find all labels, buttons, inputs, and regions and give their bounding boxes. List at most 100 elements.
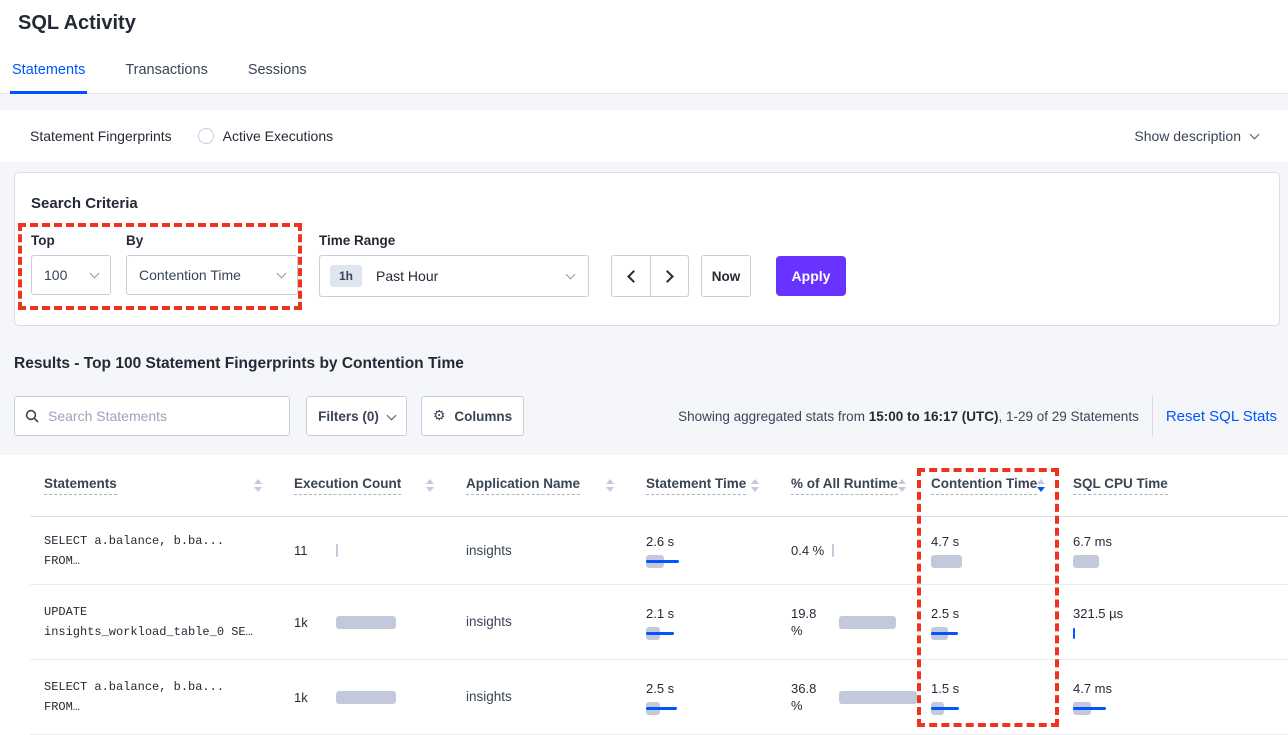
pct-runtime-cell: 19.8 % bbox=[791, 605, 903, 639]
table-row[interactable]: SELECT a.balance, b.ba...FROM… 11 insigh… bbox=[30, 517, 1288, 585]
tab-bar: Statements Transactions Sessions bbox=[10, 62, 309, 94]
columns-label: Columns bbox=[454, 409, 512, 424]
column-header-contention-time[interactable]: Contention Time bbox=[917, 476, 1059, 495]
divider bbox=[1152, 396, 1153, 436]
top-select[interactable]: 100 bbox=[31, 255, 111, 295]
statement-time-cell: 2.6 s bbox=[646, 533, 763, 568]
tab-transactions[interactable]: Transactions bbox=[123, 62, 209, 94]
by-select-value: Contention Time bbox=[139, 267, 241, 283]
chevron-left-icon bbox=[627, 270, 640, 283]
prev-time-button[interactable] bbox=[612, 256, 650, 296]
radio-label: Active Executions bbox=[223, 128, 334, 144]
view-toggle-strip: Statement Fingerprints Active Executions… bbox=[0, 110, 1288, 162]
sort-icon[interactable] bbox=[426, 479, 434, 492]
sql-cpu-time-cell: 6.7 ms bbox=[1073, 533, 1274, 568]
gray-bar bbox=[839, 616, 896, 629]
chevron-down-icon bbox=[277, 269, 287, 279]
statement-fingerprint-link[interactable]: SELECT a.balance, b.ba...FROM… bbox=[44, 677, 266, 717]
sort-icon-desc-active[interactable] bbox=[1037, 479, 1045, 492]
top-label: Top bbox=[31, 233, 55, 248]
sort-icon[interactable] bbox=[606, 479, 614, 492]
column-header-execution-count[interactable]: Execution Count bbox=[280, 476, 452, 495]
statements-table: Statements Execution Count Application N… bbox=[0, 455, 1288, 735]
by-label: By bbox=[126, 233, 143, 248]
pct-runtime-cell: 36.8 % bbox=[791, 680, 903, 714]
time-range-badge: 1h bbox=[330, 265, 362, 287]
blue-line bbox=[931, 707, 959, 710]
time-range-value: Past Hour bbox=[376, 268, 438, 284]
contention-time-cell: 2.5 s bbox=[931, 605, 1045, 640]
gray-bar bbox=[336, 544, 338, 557]
column-header-application-name[interactable]: Application Name bbox=[452, 476, 632, 495]
table-header-row: Statements Execution Count Application N… bbox=[30, 455, 1288, 517]
radio-unselected-icon[interactable] bbox=[198, 128, 214, 144]
showing-stats-text: Showing aggregated stats from 15:00 to 1… bbox=[678, 409, 1139, 424]
blue-line bbox=[646, 632, 674, 635]
gray-bar bbox=[1073, 555, 1099, 568]
column-header-sql-cpu-time[interactable]: SQL CPU Time bbox=[1059, 476, 1288, 495]
columns-button[interactable]: ⚙ Columns bbox=[421, 396, 524, 436]
show-description-toggle[interactable]: Show description bbox=[1134, 110, 1258, 162]
chevron-down-icon bbox=[1250, 130, 1260, 140]
top-select-value: 100 bbox=[44, 267, 67, 283]
tab-sessions[interactable]: Sessions bbox=[246, 62, 309, 94]
statement-time-cell: 2.1 s bbox=[646, 605, 763, 640]
sort-icon[interactable] bbox=[751, 479, 759, 492]
time-range-select[interactable]: 1h Past Hour bbox=[319, 255, 589, 297]
results-toolbar: Filters (0) ⚙ Columns Showing aggregated… bbox=[0, 396, 1288, 436]
time-range-nav bbox=[611, 255, 689, 297]
apply-button[interactable]: Apply bbox=[776, 256, 846, 296]
page-header: SQL Activity Statements Transactions Ses… bbox=[0, 0, 1288, 94]
search-statements-input[interactable] bbox=[48, 408, 279, 424]
application-name-cell: insights bbox=[466, 543, 512, 558]
time-range-label: Time Range bbox=[319, 233, 395, 248]
filters-button[interactable]: Filters (0) bbox=[306, 396, 407, 436]
blue-line bbox=[931, 632, 958, 635]
gray-bar bbox=[931, 555, 962, 568]
chevron-down-icon bbox=[90, 269, 100, 279]
column-header-pct-runtime[interactable]: % of All Runtime bbox=[777, 476, 917, 495]
execution-count-cell: 1k bbox=[294, 690, 438, 705]
reset-sql-stats-link[interactable]: Reset SQL Stats bbox=[1166, 408, 1277, 425]
table-row[interactable]: SELECT a.balance, b.ba...FROM… 1k insigh… bbox=[30, 660, 1288, 735]
radio-statement-fingerprints[interactable]: Statement Fingerprints bbox=[30, 128, 172, 144]
next-time-button[interactable] bbox=[650, 256, 688, 296]
chevron-down-icon bbox=[386, 410, 396, 420]
tab-statements[interactable]: Statements bbox=[10, 62, 87, 94]
sort-icon[interactable] bbox=[254, 479, 262, 492]
pct-runtime-cell: 0.4 % bbox=[791, 542, 903, 559]
sort-icon[interactable] bbox=[898, 479, 906, 492]
application-name-cell: insights bbox=[466, 614, 512, 629]
application-name-cell: insights bbox=[466, 689, 512, 704]
contention-time-cell: 4.7 s bbox=[931, 533, 1045, 568]
page-title: SQL Activity bbox=[18, 12, 136, 35]
gear-icon: ⚙ bbox=[433, 408, 446, 424]
column-header-statement-time[interactable]: Statement Time bbox=[632, 476, 777, 495]
sql-cpu-time-cell: 321.5 µs bbox=[1073, 605, 1274, 640]
execution-count-cell: 11 bbox=[294, 543, 438, 558]
radio-active-executions[interactable]: Active Executions bbox=[198, 128, 334, 144]
sql-activity-page: SQL Activity Statements Transactions Ses… bbox=[0, 0, 1288, 735]
now-button[interactable]: Now bbox=[701, 255, 751, 297]
column-header-statements[interactable]: Statements bbox=[30, 476, 280, 495]
filters-label: Filters (0) bbox=[318, 409, 379, 424]
blue-line bbox=[1073, 707, 1106, 710]
chevron-down-icon bbox=[566, 270, 576, 280]
table-row[interactable]: UPDATEinsights_workload_table_0 SE… 1k i… bbox=[30, 585, 1288, 660]
toolbar-right: Showing aggregated stats from 15:00 to 1… bbox=[678, 396, 1277, 436]
contention-time-cell: 1.5 s bbox=[931, 680, 1045, 715]
blue-line bbox=[646, 707, 677, 710]
gray-bar bbox=[832, 544, 834, 557]
blue-line bbox=[646, 560, 679, 563]
statement-fingerprint-link[interactable]: SELECT a.balance, b.ba...FROM… bbox=[44, 531, 266, 571]
gray-bar bbox=[336, 616, 396, 629]
radio-label: Statement Fingerprints bbox=[30, 128, 172, 144]
by-select[interactable]: Contention Time bbox=[126, 255, 298, 295]
results-heading: Results - Top 100 Statement Fingerprints… bbox=[14, 355, 464, 373]
show-description-label: Show description bbox=[1134, 128, 1241, 144]
statement-time-cell: 2.5 s bbox=[646, 680, 763, 715]
search-statements-box[interactable] bbox=[14, 396, 290, 436]
gray-bar bbox=[336, 691, 396, 704]
statement-fingerprint-link[interactable]: UPDATEinsights_workload_table_0 SE… bbox=[44, 602, 266, 642]
chevron-right-icon bbox=[661, 270, 674, 283]
